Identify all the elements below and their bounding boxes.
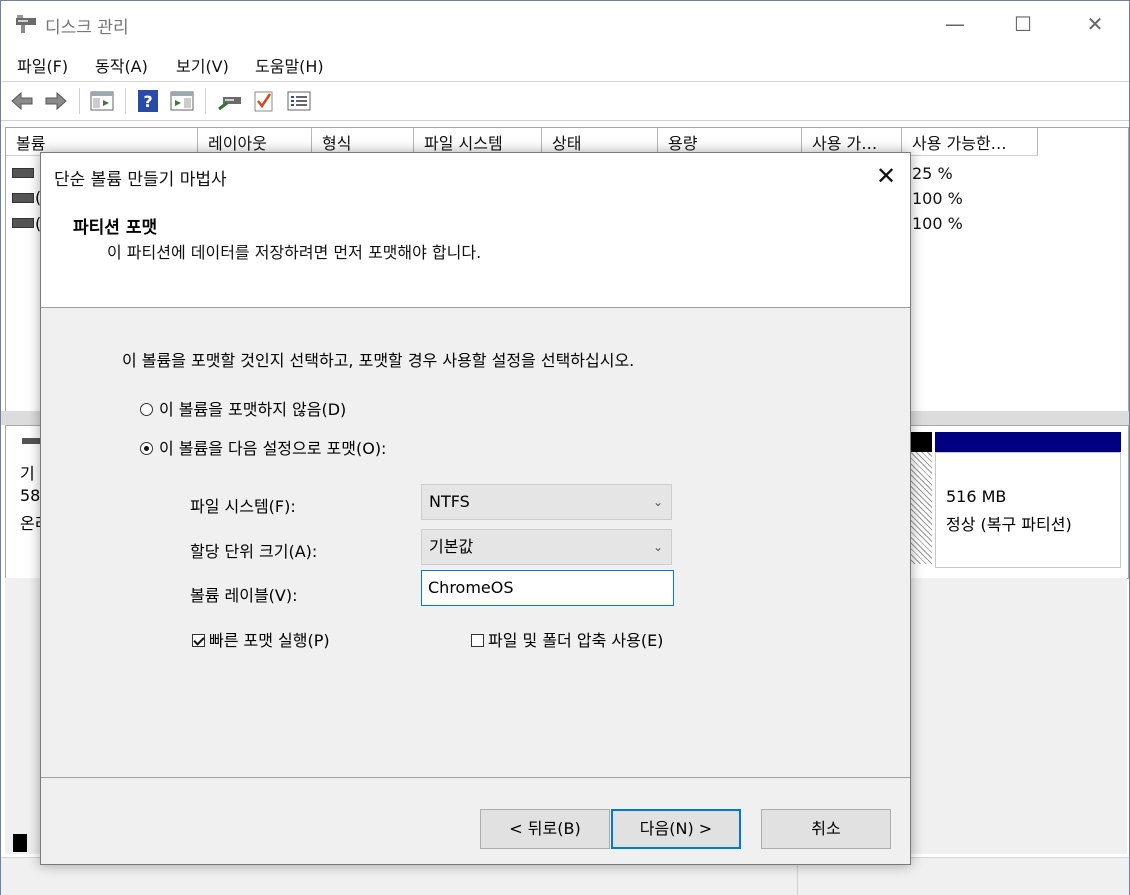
radio-no-format[interactable] bbox=[140, 403, 153, 416]
next-button[interactable]: 다음(N) > bbox=[611, 809, 741, 849]
chevron-down-icon: ⌄ bbox=[652, 495, 663, 509]
allocation-unit-label: 할당 단위 크기(A): bbox=[190, 542, 318, 561]
partition-size: 516 MB bbox=[946, 487, 1007, 506]
menu-help[interactable]: 도움말(H) bbox=[255, 53, 324, 77]
forward-arrow-icon[interactable] bbox=[43, 89, 69, 113]
back-arrow-icon[interactable] bbox=[9, 89, 35, 113]
compression-label: 파일 및 폴더 압축 사용(E) bbox=[488, 631, 664, 650]
quick-format-label: 빠른 포맷 실행(P) bbox=[209, 631, 330, 650]
no-format-option[interactable]: 이 볼륨을 포맷하지 않음(D) bbox=[140, 396, 346, 420]
help-icon[interactable]: ? bbox=[135, 89, 161, 113]
quick-format-option[interactable]: 빠른 포맷 실행(P) bbox=[192, 627, 330, 651]
chevron-down-icon: ⌄ bbox=[652, 540, 663, 554]
title-bar: 디스크 관리 — ☐ ✕ bbox=[1, 1, 1129, 47]
allocation-unit-select[interactable]: 기본값 ⌄ bbox=[421, 529, 672, 565]
volume-label-input[interactable]: ChromeOS bbox=[421, 570, 674, 606]
volume-label-label: 볼륨 레이블(V): bbox=[190, 586, 298, 605]
compression-checkbox[interactable] bbox=[471, 634, 484, 647]
percent-free-value: 100 % bbox=[912, 214, 963, 233]
volume-icon bbox=[12, 218, 34, 228]
svg-text:?: ? bbox=[143, 92, 152, 111]
show-action-pane-icon[interactable] bbox=[169, 89, 195, 113]
minimize-button[interactable]: — bbox=[932, 5, 978, 43]
file-system-label: 파일 시스템(F): bbox=[190, 497, 296, 516]
dialog-title: 단순 볼륨 만들기 마법사 bbox=[54, 170, 227, 190]
toolbar: ? bbox=[1, 82, 1129, 121]
dialog-close-button[interactable]: ✕ bbox=[871, 161, 901, 191]
recovery-partition-block[interactable]: 516 MB 정상 (복구 파티션) bbox=[935, 452, 1121, 568]
page-heading: 파티션 포맷 bbox=[73, 218, 158, 238]
percent-free-value: 100 % bbox=[912, 189, 963, 208]
quick-format-checkbox[interactable] bbox=[192, 634, 205, 647]
toolbar-separator bbox=[205, 88, 206, 114]
file-system-value: NTFS bbox=[429, 492, 470, 511]
window-title: 디스크 관리 bbox=[45, 18, 129, 38]
partition-header bbox=[935, 432, 1121, 452]
wizard-header: 단순 볼륨 만들기 마법사 ✕ 파티션 포맷 이 파티션에 데이터를 저장하려면… bbox=[41, 153, 910, 308]
legend-unallocated-swatch bbox=[13, 834, 27, 852]
disk-icon bbox=[22, 438, 42, 444]
compression-option[interactable]: 파일 및 폴더 압축 사용(E) bbox=[471, 627, 663, 651]
page-subheading: 이 파티션에 데이터를 저장하려면 먼저 포맷해야 합니다. bbox=[107, 243, 482, 262]
unallocated-hatch bbox=[910, 452, 932, 564]
menu-bar: 파일(F) 동작(A) 보기(V) 도움말(H) bbox=[1, 47, 1129, 82]
percent-free-value: 25 % bbox=[912, 164, 953, 183]
footer-divider bbox=[41, 777, 910, 778]
list-view-icon[interactable] bbox=[286, 89, 312, 113]
volume-icon bbox=[12, 168, 34, 178]
column-header-percent-free[interactable]: 사용 가능한… bbox=[902, 128, 1038, 156]
file-system-select[interactable]: NTFS ⌄ bbox=[421, 484, 672, 520]
console-tree-icon[interactable] bbox=[89, 89, 115, 113]
back-button[interactable]: < 뒤로(B) bbox=[480, 809, 610, 849]
toolbar-separator bbox=[125, 88, 126, 114]
check-properties-icon[interactable] bbox=[251, 89, 277, 113]
toolbar-separator bbox=[79, 88, 80, 114]
allocation-unit-value: 기본값 bbox=[429, 537, 474, 556]
disk-label-line: 기 bbox=[20, 464, 35, 483]
partition-status: 정상 (복구 파티션) bbox=[946, 515, 1072, 534]
connect-disk-icon[interactable] bbox=[217, 89, 243, 113]
cancel-button[interactable]: 취소 bbox=[761, 809, 891, 849]
close-window-button[interactable]: ✕ bbox=[1072, 5, 1118, 43]
menu-action[interactable]: 동작(A) bbox=[95, 53, 148, 77]
volume-icon bbox=[12, 193, 34, 203]
format-option[interactable]: 이 볼륨을 다음 설정으로 포맷(O): bbox=[140, 435, 386, 459]
format-label: 이 볼륨을 다음 설정으로 포맷(O): bbox=[159, 439, 387, 458]
radio-format[interactable] bbox=[140, 442, 153, 455]
menu-file[interactable]: 파일(F) bbox=[17, 53, 68, 77]
disk-management-icon bbox=[16, 15, 36, 33]
no-format-label: 이 볼륨을 포맷하지 않음(D) bbox=[159, 400, 347, 419]
menu-view[interactable]: 보기(V) bbox=[176, 53, 229, 77]
maximize-button[interactable]: ☐ bbox=[1000, 5, 1046, 43]
new-simple-volume-wizard: 단순 볼륨 만들기 마법사 ✕ 파티션 포맷 이 파티션에 데이터를 저장하려면… bbox=[40, 152, 911, 865]
format-instruction: 이 볼륨을 포맷할 것인지 선택하고, 포맷할 경우 사용할 설정을 선택하십시… bbox=[122, 351, 635, 370]
unallocated-header bbox=[910, 432, 932, 452]
